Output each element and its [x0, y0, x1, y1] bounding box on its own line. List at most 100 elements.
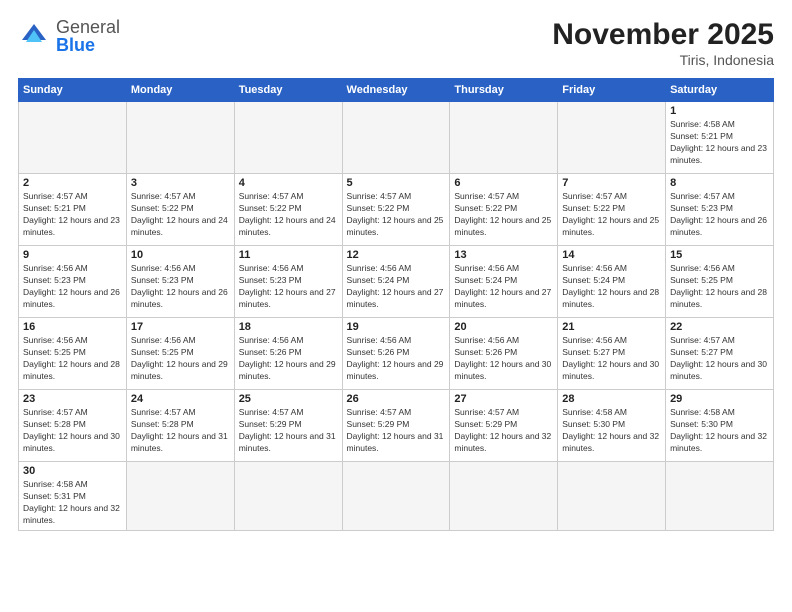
empty-cell [234, 462, 342, 531]
day-4: 4 Sunrise: 4:57 AMSunset: 5:22 PMDayligh… [234, 174, 342, 246]
logo-text: General Blue [56, 18, 120, 54]
header-thursday: Thursday [450, 79, 558, 102]
day-info: Sunrise: 4:56 AMSunset: 5:27 PMDaylight:… [562, 335, 659, 381]
day-info: Sunrise: 4:57 AMSunset: 5:22 PMDaylight:… [562, 191, 659, 237]
day-number: 4 [239, 177, 338, 189]
empty-cell [126, 102, 234, 174]
day-number: 21 [562, 321, 661, 333]
day-30: 30 Sunrise: 4:58 AMSunset: 5:31 PMDaylig… [19, 462, 127, 531]
day-info: Sunrise: 4:57 AMSunset: 5:22 PMDaylight:… [239, 191, 336, 237]
empty-cell [342, 102, 450, 174]
day-info: Sunrise: 4:57 AMSunset: 5:22 PMDaylight:… [131, 191, 228, 237]
day-number: 15 [670, 249, 769, 261]
day-16: 16 Sunrise: 4:56 AMSunset: 5:25 PMDaylig… [19, 318, 127, 390]
logo-general: General [56, 18, 120, 36]
day-info: Sunrise: 4:56 AMSunset: 5:24 PMDaylight:… [562, 263, 659, 309]
day-11: 11 Sunrise: 4:56 AMSunset: 5:23 PMDaylig… [234, 246, 342, 318]
day-number: 1 [670, 105, 769, 117]
day-27: 27 Sunrise: 4:57 AMSunset: 5:29 PMDaylig… [450, 390, 558, 462]
day-10: 10 Sunrise: 4:56 AMSunset: 5:23 PMDaylig… [126, 246, 234, 318]
day-13: 13 Sunrise: 4:56 AMSunset: 5:24 PMDaylig… [450, 246, 558, 318]
day-info: Sunrise: 4:58 AMSunset: 5:31 PMDaylight:… [23, 479, 120, 525]
day-9: 9 Sunrise: 4:56 AMSunset: 5:23 PMDayligh… [19, 246, 127, 318]
day-20: 20 Sunrise: 4:56 AMSunset: 5:26 PMDaylig… [450, 318, 558, 390]
day-info: Sunrise: 4:56 AMSunset: 5:24 PMDaylight:… [347, 263, 444, 309]
day-number: 22 [670, 321, 769, 333]
empty-cell [666, 462, 774, 531]
day-8: 8 Sunrise: 4:57 AMSunset: 5:23 PMDayligh… [666, 174, 774, 246]
header-tuesday: Tuesday [234, 79, 342, 102]
location: Tiris, Indonesia [552, 52, 774, 68]
day-number: 25 [239, 393, 338, 405]
day-info: Sunrise: 4:57 AMSunset: 5:23 PMDaylight:… [670, 191, 767, 237]
week-5: 23 Sunrise: 4:57 AMSunset: 5:28 PMDaylig… [19, 390, 774, 462]
day-29: 29 Sunrise: 4:58 AMSunset: 5:30 PMDaylig… [666, 390, 774, 462]
empty-cell [342, 462, 450, 531]
day-number: 17 [131, 321, 230, 333]
header-wednesday: Wednesday [342, 79, 450, 102]
day-17: 17 Sunrise: 4:56 AMSunset: 5:25 PMDaylig… [126, 318, 234, 390]
day-number: 3 [131, 177, 230, 189]
day-number: 14 [562, 249, 661, 261]
day-number: 8 [670, 177, 769, 189]
day-7: 7 Sunrise: 4:57 AMSunset: 5:22 PMDayligh… [558, 174, 666, 246]
day-info: Sunrise: 4:56 AMSunset: 5:23 PMDaylight:… [239, 263, 336, 309]
day-number: 9 [23, 249, 122, 261]
day-number: 10 [131, 249, 230, 261]
day-info: Sunrise: 4:58 AMSunset: 5:30 PMDaylight:… [670, 407, 767, 453]
day-info: Sunrise: 4:57 AMSunset: 5:29 PMDaylight:… [347, 407, 444, 453]
day-info: Sunrise: 4:57 AMSunset: 5:21 PMDaylight:… [23, 191, 120, 237]
header-saturday: Saturday [666, 79, 774, 102]
week-6: 30 Sunrise: 4:58 AMSunset: 5:31 PMDaylig… [19, 462, 774, 531]
header-sunday: Sunday [19, 79, 127, 102]
week-4: 16 Sunrise: 4:56 AMSunset: 5:25 PMDaylig… [19, 318, 774, 390]
day-18: 18 Sunrise: 4:56 AMSunset: 5:26 PMDaylig… [234, 318, 342, 390]
day-info: Sunrise: 4:57 AMSunset: 5:29 PMDaylight:… [454, 407, 551, 453]
empty-cell [450, 462, 558, 531]
day-25: 25 Sunrise: 4:57 AMSunset: 5:29 PMDaylig… [234, 390, 342, 462]
day-number: 30 [23, 465, 122, 477]
day-number: 23 [23, 393, 122, 405]
day-number: 24 [131, 393, 230, 405]
empty-cell [234, 102, 342, 174]
day-5: 5 Sunrise: 4:57 AMSunset: 5:22 PMDayligh… [342, 174, 450, 246]
day-info: Sunrise: 4:57 AMSunset: 5:22 PMDaylight:… [454, 191, 551, 237]
empty-cell [126, 462, 234, 531]
title-block: November 2025 Tiris, Indonesia [552, 18, 774, 68]
day-info: Sunrise: 4:56 AMSunset: 5:23 PMDaylight:… [23, 263, 120, 309]
day-6: 6 Sunrise: 4:57 AMSunset: 5:22 PMDayligh… [450, 174, 558, 246]
day-number: 28 [562, 393, 661, 405]
day-14: 14 Sunrise: 4:56 AMSunset: 5:24 PMDaylig… [558, 246, 666, 318]
day-info: Sunrise: 4:57 AMSunset: 5:28 PMDaylight:… [131, 407, 228, 453]
day-number: 27 [454, 393, 553, 405]
day-3: 3 Sunrise: 4:57 AMSunset: 5:22 PMDayligh… [126, 174, 234, 246]
empty-cell [450, 102, 558, 174]
day-15: 15 Sunrise: 4:56 AMSunset: 5:25 PMDaylig… [666, 246, 774, 318]
day-number: 11 [239, 249, 338, 261]
day-info: Sunrise: 4:56 AMSunset: 5:25 PMDaylight:… [131, 335, 228, 381]
day-info: Sunrise: 4:57 AMSunset: 5:22 PMDaylight:… [347, 191, 444, 237]
page: General Blue November 2025 Tiris, Indone… [0, 0, 792, 612]
day-info: Sunrise: 4:57 AMSunset: 5:29 PMDaylight:… [239, 407, 336, 453]
day-number: 29 [670, 393, 769, 405]
day-info: Sunrise: 4:56 AMSunset: 5:24 PMDaylight:… [454, 263, 551, 309]
month-title: November 2025 [552, 18, 774, 52]
day-number: 7 [562, 177, 661, 189]
empty-cell [558, 102, 666, 174]
day-number: 18 [239, 321, 338, 333]
day-23: 23 Sunrise: 4:57 AMSunset: 5:28 PMDaylig… [19, 390, 127, 462]
day-number: 6 [454, 177, 553, 189]
day-number: 26 [347, 393, 446, 405]
day-number: 20 [454, 321, 553, 333]
day-info: Sunrise: 4:56 AMSunset: 5:23 PMDaylight:… [131, 263, 228, 309]
logo: General Blue [18, 18, 120, 54]
day-19: 19 Sunrise: 4:56 AMSunset: 5:26 PMDaylig… [342, 318, 450, 390]
day-info: Sunrise: 4:58 AMSunset: 5:21 PMDaylight:… [670, 119, 767, 165]
day-info: Sunrise: 4:56 AMSunset: 5:25 PMDaylight:… [23, 335, 120, 381]
day-number: 5 [347, 177, 446, 189]
day-number: 16 [23, 321, 122, 333]
day-number: 19 [347, 321, 446, 333]
week-3: 9 Sunrise: 4:56 AMSunset: 5:23 PMDayligh… [19, 246, 774, 318]
day-info: Sunrise: 4:56 AMSunset: 5:25 PMDaylight:… [670, 263, 767, 309]
day-info: Sunrise: 4:57 AMSunset: 5:28 PMDaylight:… [23, 407, 120, 453]
